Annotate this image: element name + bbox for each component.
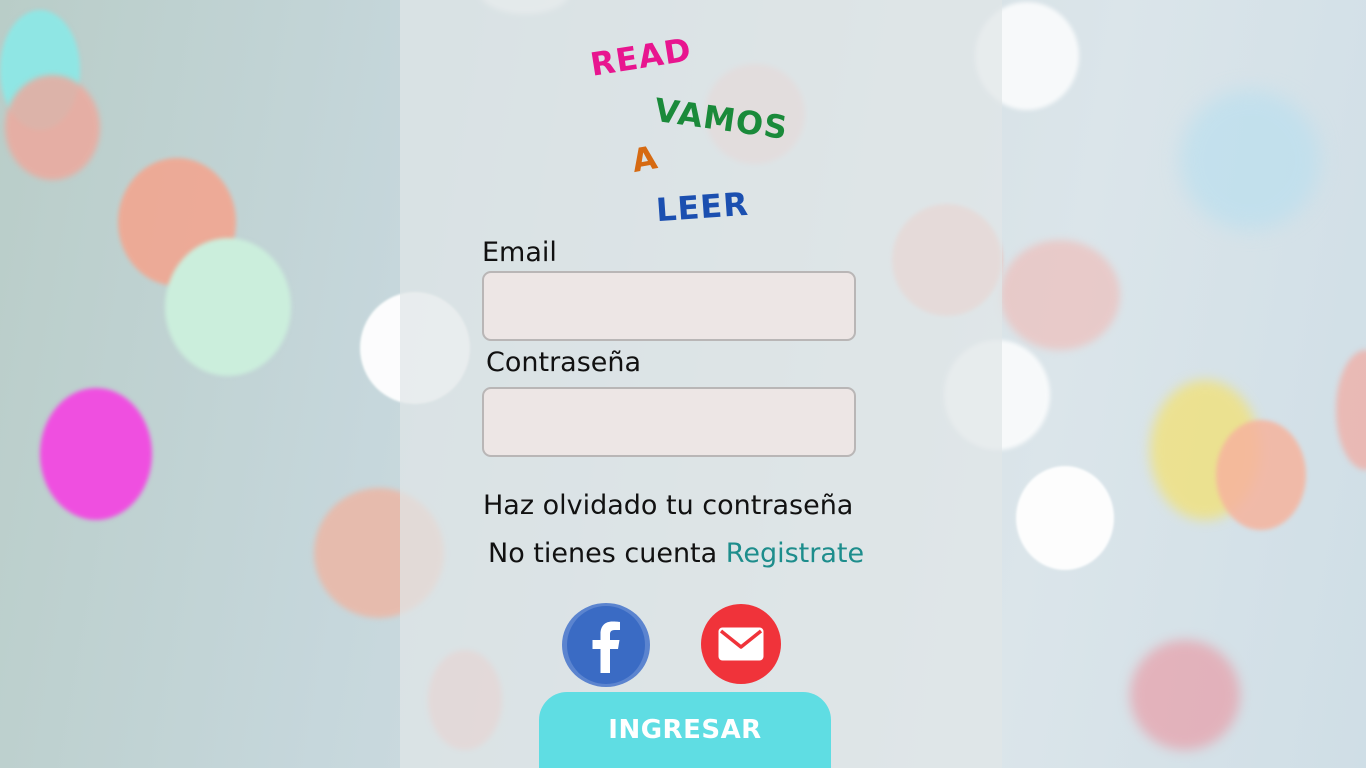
forgot-password-link[interactable]: Haz olvidado tu contraseña — [483, 490, 853, 521]
register-link[interactable]: Registrate — [726, 538, 864, 569]
mail-icon — [718, 627, 764, 661]
logo-word-read: READ — [587, 30, 695, 84]
logo-word-leer: LEER — [654, 184, 750, 230]
facebook-login-button[interactable] — [562, 603, 650, 687]
password-label: Contraseña — [486, 347, 642, 378]
register-prompt: No tienes cuenta Registrate — [488, 538, 864, 569]
submit-button[interactable]: INGRESAR — [539, 692, 831, 768]
email-field[interactable] — [482, 271, 856, 341]
mail-login-button[interactable] — [701, 604, 781, 684]
password-field[interactable] — [482, 387, 856, 457]
logo-word-a: A — [628, 138, 661, 180]
no-account-text: No tienes cuenta — [488, 538, 718, 569]
logo-word-vamos: VAMOS — [652, 90, 791, 148]
email-label: Email — [482, 237, 557, 268]
facebook-icon — [567, 606, 645, 684]
